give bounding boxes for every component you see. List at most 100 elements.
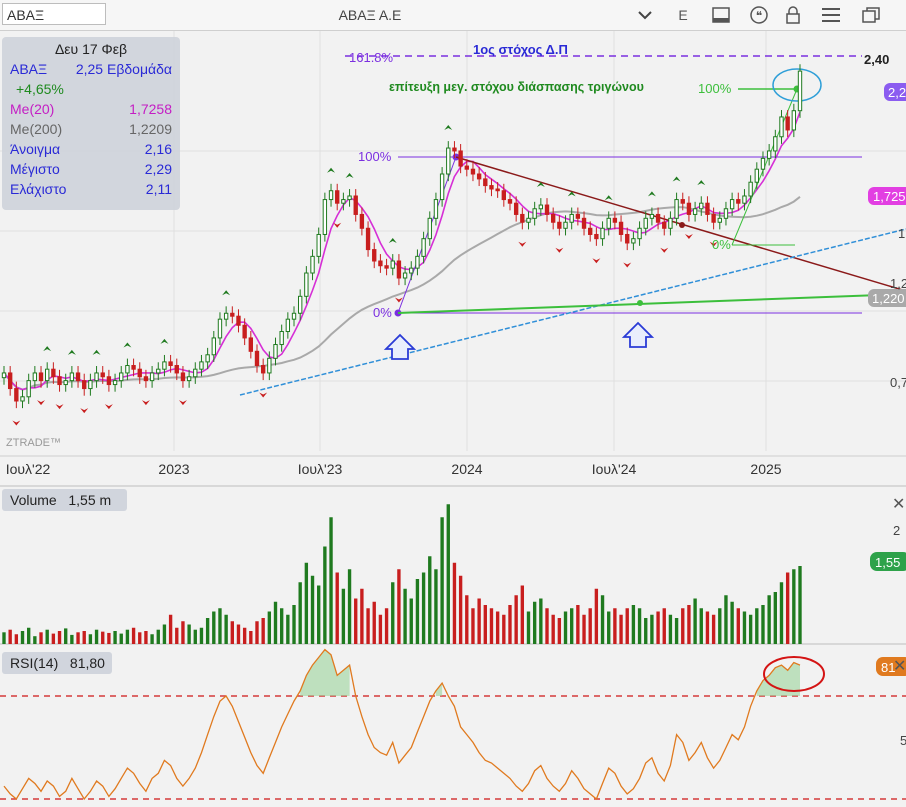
candle-body [421, 238, 426, 257]
volume-bar [471, 608, 475, 644]
target-highlight-circle [772, 68, 822, 102]
volume-bar [230, 621, 234, 644]
candle-body [193, 368, 198, 378]
volume-bar [415, 579, 420, 644]
candle-body [119, 372, 124, 382]
candle-body [470, 168, 476, 175]
candle-body [538, 204, 544, 210]
volume-label: Volume [10, 492, 57, 508]
candle-body [452, 147, 457, 152]
volume-bar [644, 618, 648, 644]
candle-body [717, 217, 722, 223]
x-tick-label: Ιουλ'22 [6, 461, 51, 477]
volume-bar [156, 629, 160, 644]
volume-bar [736, 608, 740, 644]
candle-body [594, 233, 599, 240]
candle-body [600, 227, 605, 240]
volume-bar [317, 585, 321, 644]
close-rsi-icon[interactable]: ✕ [893, 658, 906, 675]
candle-body [791, 110, 797, 131]
candle-body [100, 372, 105, 378]
volume-bar [742, 611, 747, 644]
volume-bar [76, 632, 80, 644]
volume-bar [440, 517, 444, 644]
volume-bar [199, 627, 204, 644]
candle-body [433, 199, 439, 219]
candle-body [618, 221, 624, 235]
candle-body [649, 213, 655, 219]
candle-body [341, 199, 346, 204]
volume-bar [730, 601, 734, 644]
candle-body [45, 368, 50, 382]
volume-bar [428, 556, 432, 644]
lock-icon[interactable] [780, 4, 806, 26]
layout-icon[interactable] [708, 4, 734, 26]
candle-body [38, 372, 44, 382]
volume-bar [631, 605, 636, 644]
chevron-down-icon[interactable] [632, 4, 658, 26]
candle-body [205, 354, 210, 363]
info-ma200-value: 1,2209 [129, 121, 172, 137]
price-tag-current-text: 2,2 [888, 85, 906, 100]
support-trendline-blue [239, 228, 906, 396]
candle-body [291, 312, 297, 320]
candle-body [637, 227, 642, 240]
quote-icon[interactable]: ❝ [746, 4, 772, 26]
rsi-axis-label: 5 [900, 733, 906, 748]
candle-body [563, 221, 568, 229]
info-ma20-value: 1,7258 [129, 101, 172, 117]
ohlc-info-panel: Δευ 17 Φεβ ΑΒΑΞ 2,25 Εβδομάδα +4,65% Me(… [2, 37, 180, 210]
support-touch-point [637, 300, 643, 306]
menu-icon[interactable] [818, 4, 844, 26]
volume-bar [138, 632, 142, 644]
volume-bar [51, 633, 56, 644]
volume-bar [545, 608, 549, 644]
pivot-high-marker [327, 167, 336, 173]
x-tick-label: 2023 [158, 461, 189, 477]
volume-bar [458, 575, 463, 644]
achieved-text: επίτευξη μεγ. στόχου διάσπασης τριγώνου [389, 80, 644, 94]
candle-body [316, 233, 321, 257]
volume-bar [279, 608, 284, 644]
volume-bar [662, 608, 666, 644]
volume-bar [798, 566, 802, 644]
candle-body [63, 380, 68, 386]
pivot-low-marker [141, 400, 150, 406]
volume-bar [64, 628, 68, 644]
candle-body [748, 181, 753, 197]
period-button[interactable]: E [670, 4, 696, 26]
candle-body [51, 368, 56, 378]
candle-body [149, 372, 155, 382]
volume-bar [94, 629, 99, 644]
volume-bar [354, 598, 358, 644]
volume-bar [273, 601, 278, 644]
pivot-high-marker [222, 290, 231, 296]
candle-body [88, 380, 93, 390]
candle-body [409, 267, 414, 274]
target-price-label: 2,40 [864, 52, 889, 67]
volume-bar [286, 614, 290, 644]
volume-bar [502, 614, 506, 644]
close-volume-icon[interactable]: ✕ [892, 496, 905, 513]
volume-bar [514, 595, 518, 644]
volume-bar [360, 588, 364, 644]
target-0-label: 0% [712, 237, 731, 252]
volume-bar [26, 627, 31, 644]
volume-bar [335, 572, 339, 644]
pivot-low-marker [104, 404, 113, 410]
candle-body [298, 295, 303, 314]
candle-body [723, 208, 729, 219]
candle-body [625, 233, 630, 244]
volume-bar [8, 629, 12, 644]
pivot-low-marker [518, 241, 527, 247]
volume-bar [785, 572, 790, 644]
pivot-high-marker [604, 195, 613, 201]
volume-bar [144, 631, 148, 644]
window-icon[interactable] [858, 4, 884, 26]
volume-bar [705, 611, 710, 644]
candle-body [180, 372, 186, 382]
pivot-low-marker [592, 258, 601, 264]
symbol-input[interactable]: ΑΒΑΞ [2, 3, 106, 25]
info-high-label: Μέγιστο [10, 161, 60, 177]
volume-bar [14, 634, 19, 644]
